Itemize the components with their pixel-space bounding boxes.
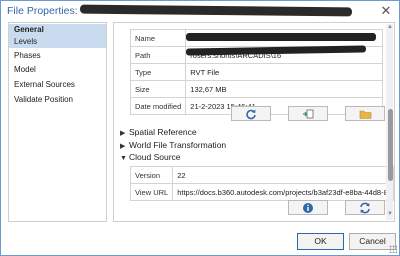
file-properties-dialog: File Properties: ✕ General Levels Phases… [0, 0, 400, 256]
sidebar-item-external-sources[interactable]: External Sources [9, 79, 106, 91]
cloud-source-table: Version 22 View URL https://docs.b360.au… [129, 166, 394, 201]
section-cloud-source[interactable]: ▼ Cloud Source [120, 152, 181, 162]
table-row: View URL https://docs.b360.autodesk.com/… [129, 183, 394, 201]
row-value-size: 132,67 MB [185, 80, 383, 98]
redacted-title-filename [79, 4, 353, 17]
properties-panel: Name Path rosers.shortis\ARCADIS\16 Type… [113, 22, 395, 222]
sidebar-nav: General Levels Phases Model External Sou… [8, 22, 107, 222]
row-key-path: Path [129, 46, 187, 64]
open-folder-button[interactable] [345, 106, 385, 121]
sync-cloud-button[interactable] [345, 200, 385, 215]
table-row: Size 132,67 MB [129, 80, 383, 98]
sidebar-item-validate-position[interactable]: Validate Position [9, 94, 106, 106]
sidebar-item-model[interactable]: Model [9, 64, 106, 76]
close-button[interactable]: ✕ [377, 3, 395, 19]
file-sync-icon [303, 109, 314, 118]
chevron-down-icon: ▼ [120, 155, 127, 162]
row-key-type: Type [129, 63, 187, 81]
refresh-icon [246, 109, 256, 119]
sidebar-item-general[interactable]: General [9, 24, 106, 36]
table-row: Version 22 [129, 166, 394, 184]
row-key-view-url: View URL [129, 183, 174, 201]
scroll-up-arrow-icon[interactable]: ▲ [387, 24, 393, 30]
scroll-down-arrow-icon[interactable]: ▼ [387, 211, 393, 217]
row-value-view-url[interactable]: https://docs.b360.autodesk.com/projects/… [172, 183, 394, 201]
ok-button[interactable]: OK [297, 233, 344, 250]
dialog-title: File Properties: [7, 5, 78, 17]
redacted-name [186, 33, 376, 41]
title-bar: File Properties: ✕ [1, 1, 399, 21]
section-world-file-transformation[interactable]: ▶ World File Transformation [120, 140, 226, 150]
folder-icon [359, 110, 371, 119]
row-key-version: Version [129, 166, 174, 184]
row-value-version: 22 [172, 166, 394, 184]
sidebar-item-levels[interactable]: Levels [9, 36, 106, 48]
general-properties-table: Name Path rosers.shortis\ARCADIS\16 Type… [129, 29, 383, 115]
resize-grip-icon[interactable] [389, 245, 397, 253]
sync-file-button[interactable] [288, 106, 328, 121]
info-icon [303, 202, 313, 213]
sync-icon [360, 202, 370, 213]
row-key-date-modified: Date modified [129, 97, 187, 115]
row-key-name: Name [129, 29, 187, 47]
table-row: Type RVT File [129, 63, 383, 81]
refresh-button[interactable] [231, 106, 271, 121]
info-button[interactable] [288, 200, 328, 215]
sidebar-item-phases[interactable]: Phases [9, 50, 106, 62]
chevron-right-icon: ▶ [120, 143, 126, 150]
scrollbar-thumb[interactable] [388, 109, 393, 181]
section-spatial-reference[interactable]: ▶ Spatial Reference [120, 127, 197, 137]
row-key-size: Size [129, 80, 187, 98]
chevron-right-icon: ▶ [120, 130, 126, 137]
row-value-type: RVT File [185, 63, 383, 81]
